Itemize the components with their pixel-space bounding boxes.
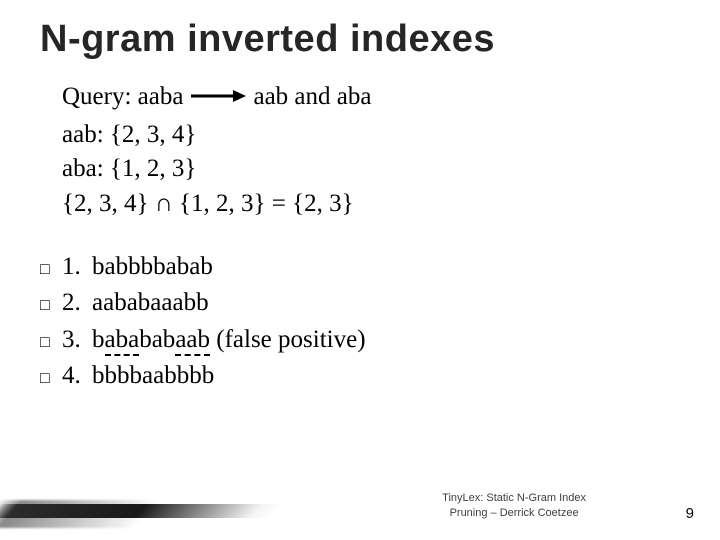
posting-line-0: aab: {2, 3, 4} [62, 118, 680, 153]
bullet-icon: □ [40, 258, 62, 281]
accent-shape [0, 504, 294, 518]
item-text: babababaab (false positive) [92, 322, 366, 358]
posting-set: {1, 2, 3} [110, 155, 197, 182]
item-text: aababaaabb [92, 285, 209, 321]
query-line: Query: aaba aab and aba [62, 79, 680, 118]
t: baaabb [138, 289, 209, 316]
item-text: babbbbabab [92, 249, 213, 285]
match-underline: aba [105, 326, 140, 356]
posting-term: aab [62, 121, 97, 148]
slide: N-gram inverted indexes Query: aaba aab a… [0, 0, 720, 540]
posting-term: aba [62, 155, 97, 182]
footer-text: TinyLex: Static N-Gram Index Pruning – D… [442, 491, 586, 520]
t: b [92, 326, 105, 353]
posting-set: {2, 3, 4} [110, 121, 197, 148]
footer-line1: TinyLex: Static N-Gram Index [442, 491, 586, 505]
t: ab [189, 253, 213, 280]
arrow-icon [189, 79, 247, 114]
intersection-line: {2, 3, 4} ∩ {1, 2, 3} = {2, 3} [62, 187, 680, 222]
t: bab [139, 326, 175, 353]
item-number: 4. [62, 358, 92, 394]
list-item: □ 4. bbbbaabbbb [40, 358, 680, 394]
item-number: 1. [62, 249, 92, 285]
item-text: bbbbaabbbb [92, 358, 214, 394]
bullet-icon: □ [40, 331, 62, 354]
match-underline: aab [175, 326, 210, 356]
list-item: □ 3. babababaab (false positive) [40, 322, 680, 358]
query-derived: aab and aba [253, 83, 371, 110]
query-value: aaba [138, 83, 184, 110]
posting-line-1: aba: {1, 2, 3} [62, 152, 680, 187]
t: bbbbaabbbb [92, 362, 214, 389]
list-item: □ 2. aababaaabb [40, 285, 680, 321]
query-label: Query: [62, 83, 131, 110]
query-block: Query: aaba aab and aba aab: {2, 3, 4} ab… [62, 79, 680, 221]
item-number: 3. [62, 322, 92, 358]
item-number: 2. [62, 285, 92, 321]
t: aaba [92, 289, 138, 316]
list-item: □ 1. babbbbabab [40, 249, 680, 285]
footer-line2: Pruning – Derrick Coetzee [442, 506, 586, 520]
bullet-icon: □ [40, 367, 62, 390]
t: babbb [92, 253, 153, 280]
t: bab [153, 253, 189, 280]
document-list: □ 1. babbbbabab □ 2. aababaaabb □ 3. bab… [40, 249, 680, 394]
note-text: (false positive) [210, 326, 366, 353]
bullet-icon: □ [40, 294, 62, 317]
page-number: 9 [686, 505, 694, 522]
slide-title: N-gram inverted indexes [40, 18, 680, 61]
